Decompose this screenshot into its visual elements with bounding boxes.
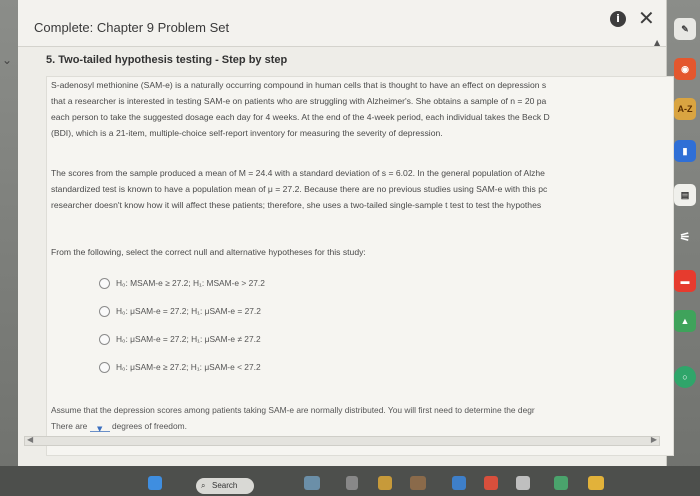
windows-start-icon[interactable] [148, 476, 162, 490]
option-label: H₀: μSAM-e ≥ 27.2; H₁: μSAM-e < 27.2 [116, 362, 261, 372]
paragraph-line: The scores from the sample produced a me… [51, 168, 545, 178]
hypothesis-prompt: From the following, select the correct n… [51, 247, 366, 257]
chevron-down-icon: ▼ [96, 425, 103, 434]
df-dropdown[interactable]: ▼ [89, 421, 110, 434]
paragraph-line: S-adenosyl methionine (SAM-e) is a natur… [51, 80, 547, 90]
taskbar-app-icon[interactable] [484, 476, 498, 490]
taskbar-app-icon[interactable] [378, 476, 392, 490]
radio-button[interactable] [99, 361, 110, 373]
paragraph-line: standardized test is known to have a pop… [51, 184, 548, 194]
horizontal-scrollbar[interactable]: ◀ ▶ [24, 435, 660, 446]
desktop-background: Complete: Chapter 9 Problem Set i ✕ ▲ 5.… [0, 0, 700, 496]
df-after: degrees of freedom. [111, 421, 187, 431]
taskbar-search[interactable]: ⌕ Search [196, 478, 254, 494]
paragraph-line: (BDI), which is a 21-item, multiple-choi… [51, 128, 443, 138]
rss-icon[interactable]: ◉ [674, 58, 696, 80]
taskbar-app-icon[interactable] [452, 476, 466, 490]
taskbar: ⌕ Search [0, 466, 700, 496]
taskbar-app-icon[interactable] [516, 476, 530, 490]
option-label: H₀: MSAM-e ≥ 27.2; H₁: MSAM-e > 27.2 [116, 278, 265, 288]
window-titlebar: Complete: Chapter 9 Problem Set i ✕ [18, 0, 666, 47]
search-label: Search [212, 481, 238, 490]
taskbar-app-icon[interactable] [346, 476, 358, 490]
question-content: S-adenosyl methionine (SAM-e) is a natur… [46, 76, 674, 456]
radio-button[interactable] [99, 333, 110, 345]
scenario-paragraph: S-adenosyl methionine (SAM-e) is a natur… [51, 77, 673, 141]
scroll-right-icon[interactable]: ▶ [651, 435, 657, 444]
drive-icon[interactable]: ▲ [674, 310, 696, 332]
taskbar-app-icon[interactable] [588, 476, 604, 490]
results-paragraph: The scores from the sample produced a me… [51, 165, 673, 213]
bookmark-icon[interactable]: ▮ [674, 140, 696, 162]
translate-icon[interactable]: ⚟ [674, 226, 696, 248]
paragraph-line: that a researcher is interested in testi… [51, 96, 547, 106]
close-icon[interactable]: ✕ [638, 6, 655, 30]
search-icon: ⌕ [201, 481, 206, 490]
hypothesis-option[interactable]: H₀: MSAM-e ≥ 27.2; H₁: MSAM-e > 27.2 [99, 275, 265, 291]
hypothesis-option[interactable]: H₀: μSAM-e = 27.2; H₁: μSAM-e ≠ 27.2 [99, 331, 261, 347]
info-icon[interactable]: i [610, 11, 626, 27]
document-icon[interactable]: ▤ [674, 184, 696, 206]
az-label: A-Z [677, 104, 693, 114]
dictionary-icon[interactable]: A-Z [674, 98, 696, 120]
scroll-up-icon[interactable]: ▲ [654, 38, 660, 47]
option-label: H₀: μSAM-e = 27.2; H₁: μSAM-e ≠ 27.2 [116, 334, 261, 344]
window-title: Complete: Chapter 9 Problem Set [34, 20, 230, 35]
scroll-left-icon[interactable]: ◀ [27, 435, 33, 444]
problem-window: Complete: Chapter 9 Problem Set i ✕ ▲ 5.… [18, 0, 674, 466]
assumption-text: Assume that the depression scores among … [51, 402, 673, 434]
radio-button[interactable] [99, 305, 110, 317]
assumption-line: Assume that the depression scores among … [51, 405, 535, 415]
radio-button[interactable] [99, 277, 110, 289]
mail-icon[interactable]: ▬ [674, 270, 696, 292]
paragraph-line: each person to take the suggested dosage… [51, 112, 550, 122]
pencil-icon[interactable]: ✎ [674, 18, 696, 40]
taskbar-app-icon[interactable] [410, 476, 426, 490]
hypothesis-option[interactable]: H₀: μSAM-e ≥ 27.2; H₁: μSAM-e < 27.2 [99, 359, 261, 375]
paragraph-line: researcher doesn't know how it will affe… [51, 200, 542, 210]
circle-app-icon[interactable]: ○ [674, 366, 696, 388]
collapse-chevron-icon[interactable]: ⌄ [2, 53, 12, 67]
taskbar-app-icon[interactable] [554, 476, 568, 490]
question-heading: 5. Two-tailed hypothesis testing - Step … [46, 54, 288, 66]
option-label: H₀: μSAM-e = 27.2; H₁: μSAM-e = 27.2 [116, 306, 261, 316]
df-before: There are [51, 421, 88, 431]
taskbar-app-icon[interactable] [304, 476, 320, 490]
hypothesis-option[interactable]: H₀: μSAM-e = 27.2; H₁: μSAM-e = 27.2 [99, 303, 261, 319]
